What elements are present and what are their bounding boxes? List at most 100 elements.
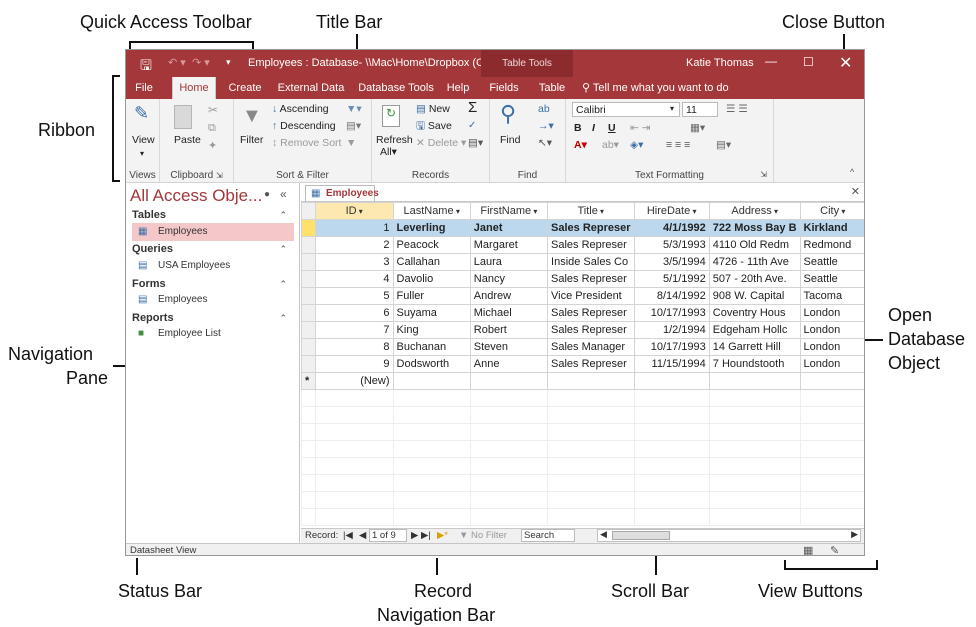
tab-home[interactable]: Home <box>172 77 216 99</box>
table-row[interactable]: 7 King Robert Sales Represer 1/2/1994 Edgeham… <box>301 321 864 339</box>
table-cell[interactable]: 4 <box>314 270 394 288</box>
table-cell[interactable]: 3/5/1994 <box>633 253 710 271</box>
table-cell[interactable] <box>469 372 549 390</box>
current-record-field[interactable]: 1 of 9 <box>369 529 407 542</box>
column-header[interactable]: Title ▾ <box>547 202 635 220</box>
table-row[interactable]: 6 Suyama Michael Sales Represer 10/17/1993 Co… <box>301 304 864 322</box>
copy-icon[interactable]: ⧉ <box>208 121 216 135</box>
column-header[interactable]: Address ▾ <box>708 202 801 220</box>
first-record-icon[interactable]: |◀ <box>343 530 353 541</box>
view-icon[interactable]: ✎ <box>134 103 154 125</box>
table-cell[interactable]: Sales Represer <box>547 355 635 373</box>
table-cell[interactable]: 2 <box>314 236 394 254</box>
nav-item-usa-employees-query[interactable]: ▤ USA Employees <box>132 257 294 275</box>
table-cell[interactable]: Fuller <box>392 287 471 305</box>
table-cell[interactable]: Buchanan <box>392 338 471 356</box>
table-cell[interactable]: Steven <box>469 338 549 356</box>
table-cell[interactable]: Redmond <box>799 236 864 254</box>
view-button[interactable]: View <box>132 133 155 147</box>
column-dropdown-icon[interactable]: ▾ <box>531 207 537 216</box>
selection-filter-icon[interactable]: ▼▾ <box>346 102 362 116</box>
table-cell[interactable]: Anne <box>469 355 549 373</box>
paste-button[interactable]: Paste <box>174 133 201 147</box>
table-cell[interactable]: Tacoma <box>799 287 864 305</box>
column-header[interactable]: FirstName ▾ <box>469 202 549 220</box>
record-selector[interactable] <box>301 287 316 305</box>
table-cell[interactable]: 722 Moss Bay B <box>708 219 801 237</box>
table-cell[interactable] <box>392 372 471 390</box>
table-cell[interactable]: London <box>799 355 864 373</box>
tab-create[interactable]: Create <box>226 77 264 99</box>
refresh-all-label[interactable]: All▾ <box>380 145 397 159</box>
search-input[interactable]: Search <box>521 529 575 542</box>
table-cell[interactable]: 4110 Old Redm <box>708 236 801 254</box>
table-cell[interactable]: 6 <box>314 304 394 322</box>
table-cell[interactable]: 4/1/1992 <box>633 219 710 237</box>
table-cell[interactable]: Callahan <box>392 253 471 271</box>
column-header[interactable]: ID ▾ <box>314 202 394 220</box>
save-record-button[interactable]: 🖫 Save <box>416 119 452 133</box>
filter-button[interactable]: Filter <box>240 133 263 147</box>
font-size-select[interactable]: 11 <box>682 102 718 117</box>
table-cell[interactable]: Margaret <box>469 236 549 254</box>
paste-icon[interactable] <box>174 105 192 129</box>
format-painter-icon[interactable]: ✦ <box>208 139 217 153</box>
indent-icons[interactable]: ⇤ ⇥ <box>630 121 651 135</box>
totals-icon[interactable]: Σ <box>468 100 477 115</box>
highlight-icon[interactable]: ab▾ <box>602 138 619 152</box>
table-cell[interactable] <box>708 372 801 390</box>
collapse-icon[interactable]: ⌃ <box>279 313 287 324</box>
record-selector[interactable] <box>301 355 316 373</box>
table-cell[interactable]: 5/1/1992 <box>633 270 710 288</box>
column-header[interactable]: HireDate ▾ <box>633 202 710 220</box>
table-cell[interactable]: Kirkland <box>799 219 864 237</box>
column-dropdown-icon[interactable]: ▾ <box>690 207 696 216</box>
table-row[interactable]: 5 Fuller Andrew Vice President 8/14/1992 908 … <box>301 287 864 305</box>
collapse-icon[interactable]: ⌃ <box>279 279 287 290</box>
new-record-cell[interactable]: (New) <box>314 372 394 390</box>
table-cell[interactable]: Leverling <box>392 219 471 237</box>
table-row[interactable]: 3 Callahan Laura Inside Sales Co 3/5/1994 472… <box>301 253 864 271</box>
table-cell[interactable]: 10/17/1993 <box>633 304 710 322</box>
record-selector[interactable] <box>301 321 316 339</box>
table-cell[interactable]: Sales Represer <box>547 219 635 237</box>
table-row[interactable]: 4 Davolio Nancy Sales Represer 5/1/1992 507 -… <box>301 270 864 288</box>
table-cell[interactable]: Sales Manager <box>547 338 635 356</box>
nav-category-reports[interactable]: Reports <box>132 312 174 324</box>
list-icons[interactable]: ☰ ☰ <box>726 102 748 116</box>
table-row[interactable]: 1 Leverling Janet Sales Represer 4/1/1992 722… <box>301 219 864 237</box>
dialog-launcher-icon[interactable]: ⇲ <box>216 171 223 180</box>
user-name[interactable]: Katie Thomas <box>686 57 754 69</box>
table-cell[interactable]: Michael <box>469 304 549 322</box>
nav-item-employee-list-report[interactable]: ■ Employee List <box>132 325 294 343</box>
record-selector[interactable] <box>301 304 316 322</box>
table-cell[interactable]: 8/14/1992 <box>633 287 710 305</box>
next-record-icon[interactable]: ▶ <box>411 530 418 541</box>
new-record-nav-icon[interactable]: ▶* <box>437 530 448 541</box>
go-to-icon[interactable]: →▾ <box>538 119 554 133</box>
table-cell[interactable]: 1/2/1994 <box>633 321 710 339</box>
fill-color-icon[interactable]: ◈▾ <box>630 138 643 152</box>
table-cell[interactable]: 3 <box>314 253 394 271</box>
find-button[interactable]: Find <box>500 133 520 147</box>
table-cell[interactable]: London <box>799 304 864 322</box>
record-selector[interactable] <box>301 338 316 356</box>
table-cell[interactable]: 507 - 20th Ave. <box>708 270 801 288</box>
table-cell[interactable]: 1 <box>314 219 394 237</box>
select-icon[interactable]: ↖▾ <box>538 136 552 150</box>
close-icon[interactable]: ✕ <box>839 53 852 73</box>
collapse-ribbon-icon[interactable]: ^ <box>850 165 854 179</box>
horizontal-scroll-bar[interactable]: ◀ ▶ <box>597 529 861 542</box>
design-view-icon[interactable]: ✎ <box>830 544 839 555</box>
nav-category-tables[interactable]: Tables <box>132 209 166 221</box>
italic-icon[interactable]: I <box>592 121 595 135</box>
column-header[interactable]: LastName ▾ <box>392 202 471 220</box>
column-dropdown-icon[interactable]: ▾ <box>839 207 845 216</box>
new-record-button[interactable]: ▤ New <box>416 102 450 116</box>
scroll-thumb[interactable] <box>612 531 670 540</box>
cut-icon[interactable]: ✂ <box>208 103 218 117</box>
column-dropdown-icon[interactable]: ▾ <box>772 207 778 216</box>
undo-icon[interactable]: ↶ ▾ <box>168 56 186 69</box>
no-filter-indicator[interactable]: ▼ No Filter <box>459 530 507 541</box>
view-dropdown-icon[interactable]: ▾ <box>140 147 144 161</box>
